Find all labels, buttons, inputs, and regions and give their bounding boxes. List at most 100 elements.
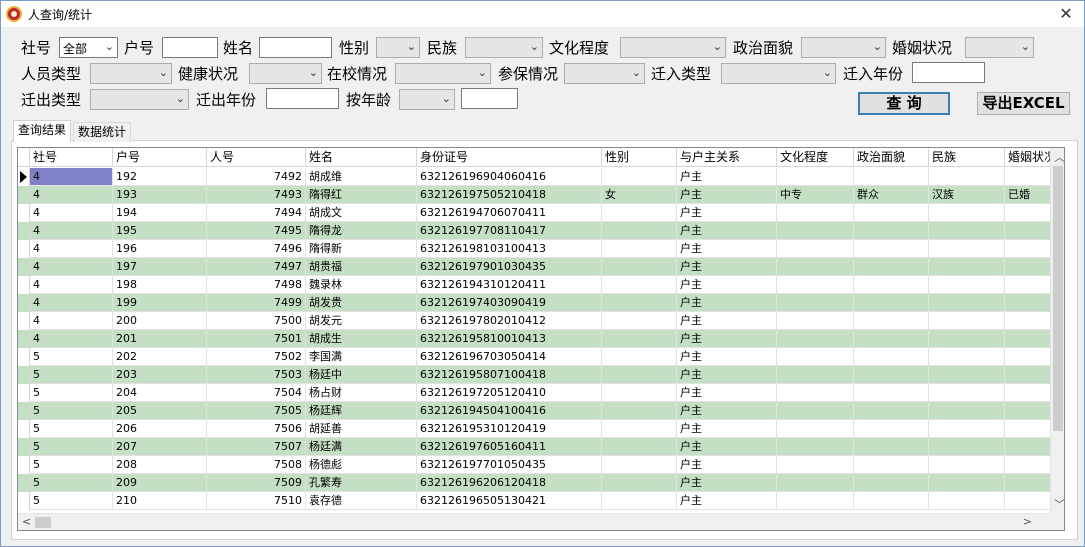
- column-header[interactable]: 与户主关系: [677, 148, 777, 167]
- column-header[interactable]: 身份证号: [417, 148, 602, 167]
- table-cell[interactable]: 207: [113, 438, 207, 456]
- table-cell[interactable]: 5: [30, 420, 113, 438]
- column-header[interactable]: 性别: [602, 148, 677, 167]
- table-cell[interactable]: 632126195807100418: [417, 366, 602, 384]
- row-header[interactable]: [18, 258, 30, 276]
- export-excel-button[interactable]: 导出EXCEL: [977, 92, 1070, 115]
- table-cell[interactable]: 胡成文: [306, 204, 417, 222]
- table-cell[interactable]: 7508: [207, 456, 306, 474]
- table-row[interactable]: 5 207 7507 杨廷满 632126197605160411 户主: [18, 438, 1064, 456]
- table-cell[interactable]: [929, 294, 1005, 312]
- table-cell[interactable]: [602, 168, 677, 186]
- table-row[interactable]: 4 192 7492 胡成维 632126196904060416 户主: [18, 168, 1064, 186]
- table-cell[interactable]: 7510: [207, 492, 306, 510]
- table-cell[interactable]: 李国满: [306, 348, 417, 366]
- table-cell[interactable]: [854, 402, 929, 420]
- table-cell[interactable]: [929, 366, 1005, 384]
- table-cell[interactable]: [777, 330, 854, 348]
- scroll-right-icon[interactable]: >: [1023, 515, 1032, 528]
- results-grid[interactable]: 社号 户号 人号 姓名 身份证号 性别 与户主关系 文化程度 政治面貌 民族 婚姻状况 4 192 74…: [17, 147, 1065, 531]
- table-cell[interactable]: [602, 276, 677, 294]
- table-cell[interactable]: 7502: [207, 348, 306, 366]
- column-header[interactable]: 政治面貌: [854, 148, 929, 167]
- table-cell[interactable]: 7500: [207, 312, 306, 330]
- table-cell[interactable]: [777, 402, 854, 420]
- table-cell[interactable]: 7493: [207, 186, 306, 204]
- table-cell[interactable]: 隋得红: [306, 186, 417, 204]
- table-cell[interactable]: 632126194706070411: [417, 204, 602, 222]
- table-cell[interactable]: 5: [30, 492, 113, 510]
- table-cell[interactable]: [854, 348, 929, 366]
- table-cell[interactable]: 4: [30, 258, 113, 276]
- table-cell[interactable]: 632126197802010412: [417, 312, 602, 330]
- table-cell[interactable]: 632126196206120418: [417, 474, 602, 492]
- table-cell[interactable]: 5: [30, 348, 113, 366]
- row-header[interactable]: [18, 492, 30, 510]
- table-cell[interactable]: 户主: [677, 330, 777, 348]
- table-cell[interactable]: 5: [30, 456, 113, 474]
- table-cell[interactable]: 7504: [207, 384, 306, 402]
- row-header[interactable]: [18, 294, 30, 312]
- table-cell[interactable]: 杨廷满: [306, 438, 417, 456]
- table-cell[interactable]: 198: [113, 276, 207, 294]
- table-cell[interactable]: [777, 258, 854, 276]
- row-header[interactable]: [18, 186, 30, 204]
- table-cell[interactable]: 户主: [677, 384, 777, 402]
- tab-data-statistics[interactable]: 数据统计: [73, 122, 132, 142]
- table-cell[interactable]: [929, 474, 1005, 492]
- table-cell[interactable]: 户主: [677, 348, 777, 366]
- table-cell[interactable]: [602, 366, 677, 384]
- table-cell[interactable]: [602, 384, 677, 402]
- table-cell[interactable]: 200: [113, 312, 207, 330]
- table-cell[interactable]: 632126197605160411: [417, 438, 602, 456]
- row-header[interactable]: [18, 366, 30, 384]
- row-header[interactable]: [18, 240, 30, 258]
- move-in-year-input[interactable]: [912, 62, 985, 83]
- table-cell[interactable]: 魏录林: [306, 276, 417, 294]
- table-cell[interactable]: [854, 276, 929, 294]
- table-cell[interactable]: [602, 330, 677, 348]
- table-cell[interactable]: 632126197403090419: [417, 294, 602, 312]
- table-cell[interactable]: 632126196904060416: [417, 168, 602, 186]
- table-cell[interactable]: [854, 366, 929, 384]
- table-cell[interactable]: 632126194310120411: [417, 276, 602, 294]
- table-cell[interactable]: [854, 456, 929, 474]
- table-cell[interactable]: 胡发元: [306, 312, 417, 330]
- table-cell[interactable]: 隋得新: [306, 240, 417, 258]
- table-cell[interactable]: 胡成生: [306, 330, 417, 348]
- row-header[interactable]: [18, 222, 30, 240]
- table-cell[interactable]: [854, 222, 929, 240]
- table-cell[interactable]: [929, 330, 1005, 348]
- table-cell[interactable]: 7507: [207, 438, 306, 456]
- tab-query-results[interactable]: 查询结果: [13, 120, 72, 142]
- row-header[interactable]: [18, 456, 30, 474]
- row-header[interactable]: [18, 330, 30, 348]
- table-cell[interactable]: [854, 492, 929, 510]
- table-cell[interactable]: [929, 204, 1005, 222]
- table-cell[interactable]: 4: [30, 168, 113, 186]
- table-cell[interactable]: [777, 366, 854, 384]
- table-cell[interactable]: 7494: [207, 204, 306, 222]
- move-in-type-select[interactable]: ⌄: [721, 63, 836, 84]
- table-cell[interactable]: 4: [30, 330, 113, 348]
- table-cell[interactable]: 203: [113, 366, 207, 384]
- table-cell[interactable]: 7501: [207, 330, 306, 348]
- table-cell[interactable]: [854, 294, 929, 312]
- table-cell[interactable]: [602, 204, 677, 222]
- person-type-select[interactable]: ⌄: [90, 63, 172, 84]
- table-cell[interactable]: [929, 240, 1005, 258]
- table-cell[interactable]: 户主: [677, 474, 777, 492]
- table-cell[interactable]: 户主: [677, 186, 777, 204]
- table-cell[interactable]: [602, 258, 677, 276]
- table-cell[interactable]: 632126197901030435: [417, 258, 602, 276]
- table-row[interactable]: 4 197 7497 胡贵福 632126197901030435 户主: [18, 258, 1064, 276]
- table-cell[interactable]: 209: [113, 474, 207, 492]
- table-row[interactable]: 4 194 7494 胡成文 632126194706070411 户主: [18, 204, 1064, 222]
- table-cell[interactable]: 中专: [777, 186, 854, 204]
- table-cell[interactable]: 5: [30, 438, 113, 456]
- marital-select[interactable]: ⌄: [965, 37, 1034, 58]
- table-cell[interactable]: 7495: [207, 222, 306, 240]
- table-cell[interactable]: 4: [30, 294, 113, 312]
- table-cell[interactable]: 7492: [207, 168, 306, 186]
- table-cell[interactable]: [602, 240, 677, 258]
